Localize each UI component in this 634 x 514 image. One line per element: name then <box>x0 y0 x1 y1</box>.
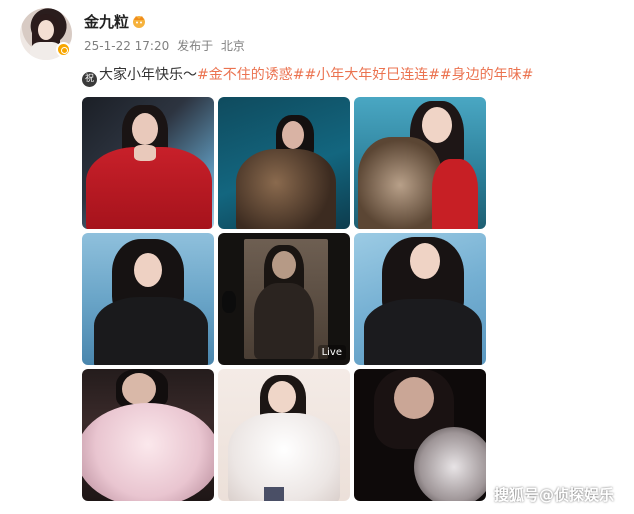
weibo-post: 金九粒 25-1-22 17:20 发布于 北京 祝大家小年快乐～#金不住的诱惑… <box>0 0 634 514</box>
post-content: 祝大家小年快乐～#金不住的诱惑##小年大年好巳连连##身边的年味# <box>82 65 533 87</box>
post-location[interactable]: 北京 <box>221 39 245 53</box>
celebrate-emoji-icon: 祝 <box>82 72 97 87</box>
photo-black-top[interactable] <box>354 233 486 365</box>
hashtag-link[interactable]: #金不住的诱惑# <box>197 67 304 83</box>
post-meta: 25-1-22 17:20 发布于 北京 <box>84 38 249 54</box>
post-timestamp[interactable]: 25-1-22 17:20 <box>84 39 169 53</box>
username[interactable]: 金九粒 <box>84 12 129 32</box>
live-badge: Live <box>317 345 346 360</box>
photo-grid: Live <box>82 97 486 503</box>
watermark: 搜狐号@侦探娱乐 <box>494 486 615 504</box>
hashtag-link[interactable]: #身边的年味# <box>440 67 533 83</box>
photo-live[interactable]: Live <box>218 233 350 365</box>
photo-fur-coat-teal[interactable] <box>218 97 350 229</box>
post-text: 大家小年快乐～ <box>99 67 197 83</box>
verified-badge-icon <box>56 42 71 57</box>
photo-pink-fur[interactable] <box>82 369 214 501</box>
photo-dark-fur[interactable] <box>354 369 486 501</box>
hashtag-link[interactable]: #小年大年好巳连连# <box>304 67 439 83</box>
post-source: 发布于 <box>177 39 214 53</box>
photo-red-dress[interactable] <box>82 97 214 229</box>
photo-white-fur-jacket[interactable] <box>218 369 350 501</box>
photo-fur-coat-red-top[interactable] <box>354 97 486 229</box>
photo-black-shirt[interactable] <box>82 233 214 365</box>
avatar-face <box>38 20 54 40</box>
crown-icon <box>133 16 145 28</box>
